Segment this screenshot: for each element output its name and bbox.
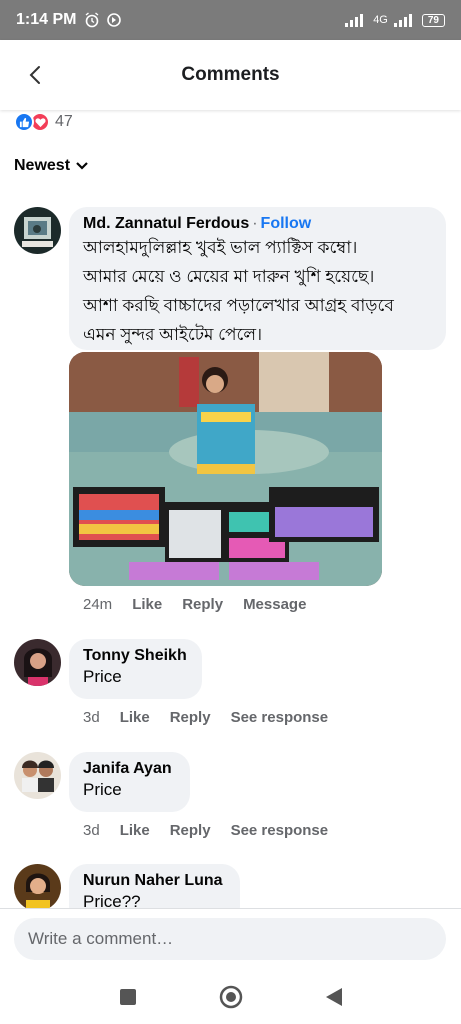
comment-text: Price?? bbox=[83, 892, 141, 908]
reactions-summary[interactable]: 47 bbox=[14, 110, 73, 134]
recent-apps-icon[interactable] bbox=[119, 988, 137, 1006]
chevron-down-icon bbox=[76, 162, 88, 170]
alarm-icon bbox=[86, 12, 99, 28]
comment-actions: 3d Like Reply See response bbox=[83, 709, 328, 726]
message-button[interactable]: Message bbox=[243, 596, 306, 613]
follow-button[interactable]: Follow bbox=[261, 215, 312, 232]
avatar[interactable] bbox=[14, 752, 61, 799]
comment-composer: Write a comment… bbox=[0, 908, 461, 970]
status-bar: 1:14 PM 4G 79 bbox=[0, 0, 461, 40]
chevron-left-icon bbox=[29, 66, 40, 84]
comment-photo[interactable] bbox=[69, 352, 382, 586]
like-button[interactable]: Like bbox=[132, 596, 162, 613]
reply-button[interactable]: Reply bbox=[170, 822, 211, 839]
comment-author[interactable]: Janifa Ayan bbox=[83, 760, 176, 778]
see-response-button[interactable]: See response bbox=[231, 709, 329, 726]
see-response-button[interactable]: See response bbox=[231, 822, 329, 839]
status-time: 1:14 PM bbox=[16, 11, 77, 28]
avatar[interactable] bbox=[14, 864, 61, 908]
comment-bubble[interactable]: Janifa Ayan Price bbox=[69, 752, 190, 812]
back-nav-icon[interactable] bbox=[325, 987, 343, 1007]
comment-actions: 3d Like Reply See response bbox=[83, 822, 328, 839]
comment-bubble[interactable]: Md. Zannatul Ferdous · Follow আলহামদুলিল্ল… bbox=[69, 207, 446, 350]
comment-item: Md. Zannatul Ferdous · Follow আলহামদুলিল্ল… bbox=[14, 207, 454, 627]
comment-input[interactable]: Write a comment… bbox=[14, 918, 446, 960]
avatar[interactable] bbox=[14, 639, 61, 686]
comment-time: 3d bbox=[83, 822, 100, 839]
home-icon[interactable] bbox=[219, 985, 243, 1009]
comment-time: 3d bbox=[83, 709, 100, 726]
reply-button[interactable]: Reply bbox=[170, 709, 211, 726]
sort-label: Newest bbox=[14, 157, 71, 174]
signal-icon-2 bbox=[393, 14, 412, 27]
comment-item: Janifa Ayan Price 3d Like Reply See resp… bbox=[14, 752, 454, 852]
battery-icon: 79 bbox=[421, 13, 445, 27]
page-title: Comments bbox=[181, 64, 280, 85]
network-type: 4G bbox=[373, 14, 388, 26]
back-button[interactable] bbox=[22, 62, 48, 88]
comment-author[interactable]: Nurun Naher Luna bbox=[83, 872, 226, 890]
data-saver-icon bbox=[107, 13, 122, 27]
comment-item: Nurun Naher Luna Price?? bbox=[14, 864, 454, 908]
system-nav-bar bbox=[0, 970, 461, 1024]
comment-text: Price bbox=[83, 667, 122, 686]
comment-time: 24m bbox=[83, 596, 113, 613]
comment-author[interactable]: Tonny Sheikh bbox=[83, 647, 188, 665]
comment-item: Tonny Sheikh Price 3d Like Reply See res… bbox=[14, 639, 454, 739]
sort-dropdown[interactable]: Newest bbox=[14, 157, 88, 175]
comment-author[interactable]: Md. Zannatul Ferdous bbox=[83, 215, 249, 232]
comment-bubble[interactable]: Nurun Naher Luna Price?? bbox=[69, 864, 240, 908]
top-bar: Comments bbox=[0, 40, 461, 110]
comment-bubble[interactable]: Tonny Sheikh Price bbox=[69, 639, 202, 699]
like-reaction-icon bbox=[14, 112, 34, 132]
reply-button[interactable]: Reply bbox=[182, 596, 223, 613]
avatar[interactable] bbox=[14, 207, 61, 254]
comment-actions: 24m Like Reply Message bbox=[83, 596, 306, 613]
signal-icon bbox=[345, 14, 364, 27]
like-button[interactable]: Like bbox=[120, 822, 150, 839]
like-button[interactable]: Like bbox=[120, 709, 150, 726]
comment-text: আলহামদুলিল্লাহ খুবই ভাল প্যাক্টিস কম্বো।… bbox=[83, 238, 394, 344]
reaction-count: 47 bbox=[55, 113, 73, 130]
comment-text: Price bbox=[83, 780, 122, 799]
